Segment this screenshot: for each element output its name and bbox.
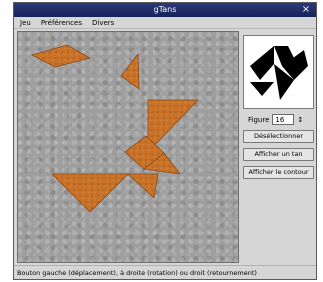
tan-pieces <box>30 44 199 213</box>
spinner-icon[interactable]: ↕ <box>297 116 303 124</box>
tan-piece-small-triangle-b[interactable] <box>126 173 159 199</box>
figure-label: Figure <box>248 115 270 124</box>
figure-selector: Figure ↕ <box>248 113 314 126</box>
menu-item-jeu[interactable]: Jeu <box>20 17 31 28</box>
show-tan-button[interactable]: Afficher un tan <box>243 148 314 161</box>
menu-bar: Jeu Préférences Divers <box>14 17 316 29</box>
target-silhouette <box>250 46 308 100</box>
show-outline-button[interactable]: Afficher le contour <box>243 166 314 179</box>
deselect-button[interactable]: Désélectionner <box>243 130 314 143</box>
tan-piece-parallelogram[interactable] <box>30 44 92 68</box>
status-text: Bouton gauche (déplacement), à droite (r… <box>17 269 257 277</box>
window-title: gTans <box>153 5 177 14</box>
status-bar: Bouton gauche (déplacement), à droite (r… <box>14 265 316 279</box>
close-icon[interactable]: × <box>300 4 312 16</box>
tan-piece-small-triangle-a[interactable] <box>120 52 140 90</box>
gtans-window: gTans × Jeu Préférences Divers Figure 16… <box>13 2 317 280</box>
tan-piece-large-triangle-b[interactable] <box>51 173 129 213</box>
tan-piece-large-triangle[interactable] <box>147 99 199 153</box>
game-board[interactable] <box>17 31 239 263</box>
figure-number-input[interactable] <box>272 114 295 125</box>
target-silhouette-panel <box>243 35 314 109</box>
menu-item-preferences[interactable]: Préférences <box>41 17 82 28</box>
menu-item-divers[interactable]: Divers <box>92 17 114 28</box>
title-bar[interactable]: gTans × <box>14 3 316 17</box>
